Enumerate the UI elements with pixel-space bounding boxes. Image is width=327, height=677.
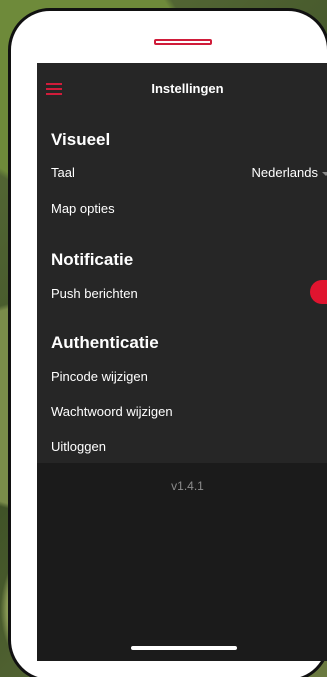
home-indicator[interactable] [131, 646, 237, 650]
app-version: v1.4.1 [171, 479, 204, 493]
logout-item[interactable]: Uitloggen [51, 439, 106, 454]
map-options-item[interactable]: Map opties [51, 201, 115, 216]
app-screen: Instellingen Visueel Taal Nederlands Map… [37, 63, 327, 661]
push-notifications-toggle[interactable] [310, 280, 327, 304]
top-bar: Instellingen [37, 63, 327, 113]
speaker-grille [154, 39, 212, 45]
push-notifications-label: Push berichten [51, 286, 138, 301]
language-value: Nederlands [251, 165, 319, 180]
page-title: Instellingen [151, 81, 224, 96]
section-title-authenticatie: Authenticatie [51, 333, 159, 352]
language-label: Taal [51, 165, 75, 180]
settings-panel: Visueel Taal Nederlands Map opties Notif… [37, 113, 327, 463]
phone-frame: Instellingen Visueel Taal Nederlands Map… [8, 8, 327, 677]
caret-down-icon [322, 171, 327, 176]
section-title-visueel: Visueel [51, 130, 111, 149]
section-title-notificatie: Notificatie [51, 250, 134, 269]
change-pincode-item[interactable]: Pincode wijzigen [51, 369, 148, 384]
change-password-item[interactable]: Wachtwoord wijzigen [51, 404, 173, 419]
language-select[interactable]: Nederlands [252, 165, 327, 180]
